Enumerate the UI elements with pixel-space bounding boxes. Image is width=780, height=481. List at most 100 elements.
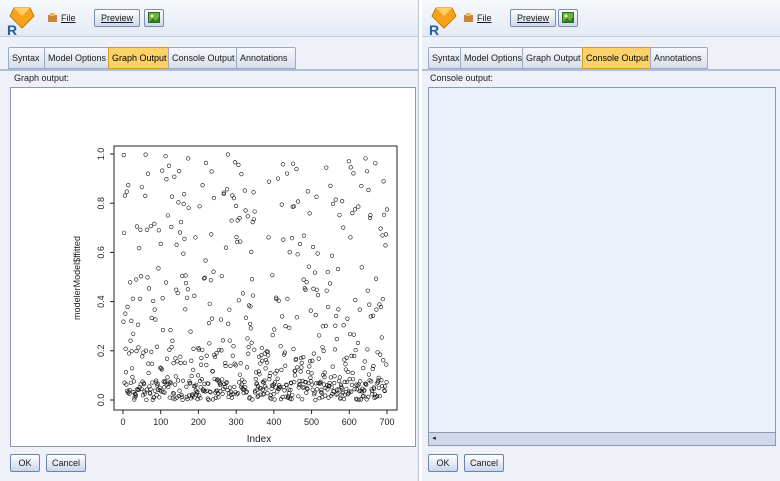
tab-graph-output[interactable]: Graph Output: [108, 47, 172, 69]
horizontal-scrollbar[interactable]: ◂: [428, 432, 776, 446]
data-point: [143, 152, 148, 157]
ok-button[interactable]: OK: [428, 454, 458, 472]
data-point: [285, 296, 290, 301]
data-point: [374, 307, 379, 312]
tab-model-options[interactable]: Model Options: [44, 47, 112, 69]
data-point: [186, 156, 191, 161]
tab-annotations[interactable]: Annotations: [650, 47, 708, 69]
tab-annotations[interactable]: Annotations: [236, 47, 296, 69]
tab-model-options[interactable]: Model Options: [460, 47, 526, 69]
data-point: [249, 277, 255, 282]
data-point: [353, 347, 358, 353]
data-point: [272, 397, 277, 402]
data-point: [290, 161, 296, 166]
data-point: [216, 395, 221, 400]
data-point: [200, 347, 205, 353]
data-point: [291, 346, 296, 352]
data-point: [143, 193, 148, 198]
file-icon: [48, 13, 57, 22]
x-tick-label: 300: [229, 417, 244, 427]
data-point: [292, 373, 298, 378]
cancel-button[interactable]: Cancel: [464, 454, 504, 472]
data-point: [381, 212, 387, 217]
data-point: [220, 377, 225, 382]
data-point: [184, 384, 189, 389]
data-point: [350, 211, 355, 216]
data-point: [204, 362, 209, 368]
data-point: [137, 246, 142, 251]
data-point: [341, 397, 347, 402]
data-point: [282, 388, 287, 393]
data-point: [180, 273, 185, 278]
y-tick-label: 0.0: [96, 394, 106, 407]
data-point: [251, 293, 256, 298]
tab-syntax[interactable]: Syntax: [428, 47, 464, 69]
data-point: [160, 296, 165, 301]
data-point: [172, 174, 177, 179]
data-point: [301, 355, 306, 360]
data-point: [298, 369, 303, 374]
data-point: [145, 171, 150, 176]
data-point: [207, 301, 212, 306]
data-point: [172, 382, 178, 387]
file-menu-button[interactable]: File: [462, 9, 493, 27]
file-menu-button[interactable]: File: [46, 9, 77, 27]
data-point: [333, 323, 338, 328]
tab-syntax[interactable]: Syntax: [8, 47, 48, 69]
data-point: [208, 278, 213, 283]
data-point: [220, 338, 226, 343]
data-point: [256, 393, 261, 398]
data-point: [178, 219, 184, 225]
data-point: [211, 269, 216, 274]
data-point: [150, 380, 155, 385]
data-point: [158, 241, 163, 247]
scroll-left-icon[interactable]: ◂: [430, 434, 438, 443]
tab-console-output[interactable]: Console Output: [168, 47, 240, 69]
data-point: [174, 242, 179, 247]
image-button[interactable]: [144, 9, 164, 27]
data-point: [307, 211, 312, 216]
data-point: [137, 296, 143, 301]
data-point: [378, 226, 383, 231]
data-point: [123, 346, 128, 351]
data-point: [325, 269, 330, 275]
data-point: [381, 358, 386, 363]
data-point: [220, 391, 225, 396]
data-point: [384, 207, 390, 212]
y-axis-ticks: 0.0 0.2 0.4 0.6 0.8 1.0: [96, 148, 114, 407]
data-point: [122, 230, 127, 235]
ok-button[interactable]: OK: [10, 454, 40, 472]
data-point: [289, 236, 295, 241]
data-point: [204, 353, 209, 358]
console-output-area[interactable]: [428, 87, 776, 445]
data-point: [351, 332, 356, 337]
data-point: [160, 168, 165, 173]
data-point: [304, 390, 309, 395]
tab-graph-output[interactable]: Graph Output: [522, 47, 586, 69]
data-point: [203, 258, 208, 263]
data-point: [143, 348, 149, 353]
data-point: [178, 354, 183, 359]
image-button[interactable]: [558, 9, 578, 27]
data-point: [219, 274, 224, 279]
data-point: [188, 329, 193, 334]
data-point: [163, 154, 168, 159]
preview-button[interactable]: Preview: [94, 9, 141, 27]
data-point: [352, 207, 358, 212]
cancel-button[interactable]: Cancel: [46, 454, 86, 472]
data-point: [265, 391, 270, 396]
data-point: [370, 313, 376, 318]
data-point: [180, 378, 186, 383]
data-point: [348, 235, 353, 240]
preview-button[interactable]: Preview: [510, 9, 557, 27]
data-point: [337, 379, 342, 384]
data-point: [144, 387, 149, 392]
data-point: [176, 200, 181, 205]
data-point: [251, 190, 256, 195]
data-point: [245, 336, 250, 341]
tab-console-output[interactable]: Console Output: [582, 47, 654, 69]
data-point: [183, 281, 189, 286]
data-point: [252, 347, 257, 352]
data-point: [366, 372, 371, 377]
x-tick-label: 700: [379, 417, 394, 427]
